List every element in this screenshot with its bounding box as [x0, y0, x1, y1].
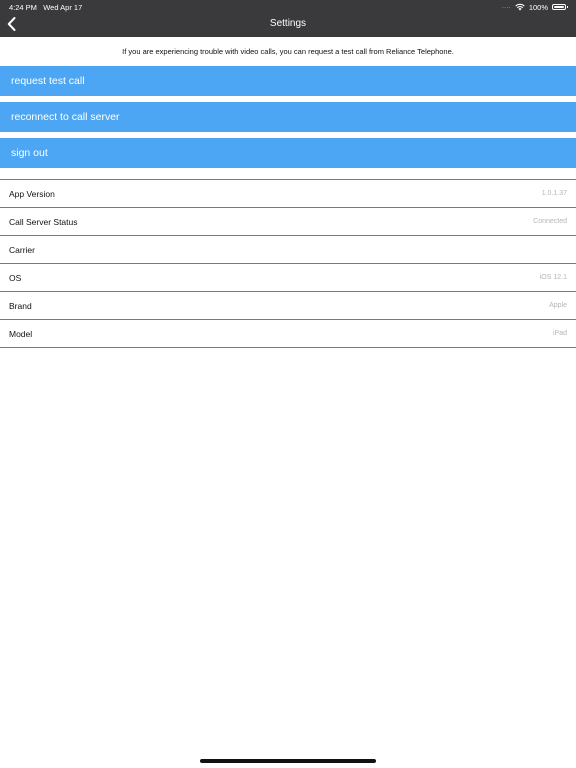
row-label: Brand	[9, 300, 32, 311]
status-time: 4:24 PM	[9, 3, 37, 12]
app-version-row: App Version 1.0.1.37	[0, 180, 576, 208]
row-label: Call Server Status	[9, 216, 78, 227]
row-label: Model	[9, 328, 33, 339]
row-label: OS	[9, 272, 22, 283]
battery-percent: 100%	[528, 2, 548, 12]
row-label: App Version	[9, 188, 55, 199]
call-server-status-row: Call Server Status Connected	[0, 208, 576, 236]
row-value: Apple	[549, 302, 567, 309]
row-value: iPad	[552, 330, 567, 337]
battery-icon	[552, 4, 568, 10]
battery-fill	[554, 6, 564, 8]
wifi-icon	[515, 3, 525, 11]
status-bar-time: 4:24 PM Wed Apr 17	[9, 3, 82, 12]
request-test-call-button[interactable]: request test call	[0, 66, 576, 96]
home-indicator[interactable]	[200, 759, 376, 763]
status-date: Wed Apr 17	[43, 3, 83, 12]
brand-row: Brand Apple	[0, 292, 576, 320]
row-value: 1.0.1.37	[541, 190, 567, 197]
sign-out-button[interactable]: sign out	[0, 138, 576, 168]
os-row: OS iOS 12.1	[0, 264, 576, 292]
battery-tip	[566, 6, 568, 8]
row-value: iOS 12.1	[539, 274, 567, 281]
status-bar-right: .... 100%	[502, 2, 568, 12]
page-title: Settings	[269, 18, 307, 29]
row-label: Carrier	[9, 244, 35, 255]
navigation-bar: 4:24 PM Wed Apr 17 .... 100% Settings	[0, 0, 576, 37]
device-info-list: App Version 1.0.1.37 Call Server Status …	[0, 179, 576, 348]
reconnect-call-server-button[interactable]: reconnect to call server	[0, 102, 576, 132]
carrier-row: Carrier	[0, 236, 576, 264]
signal-icon: ....	[502, 4, 511, 10]
row-value: Connected	[533, 218, 567, 225]
model-row: Model iPad	[0, 320, 576, 348]
test-call-info-text: If you are experiencing trouble with vid…	[122, 47, 454, 56]
